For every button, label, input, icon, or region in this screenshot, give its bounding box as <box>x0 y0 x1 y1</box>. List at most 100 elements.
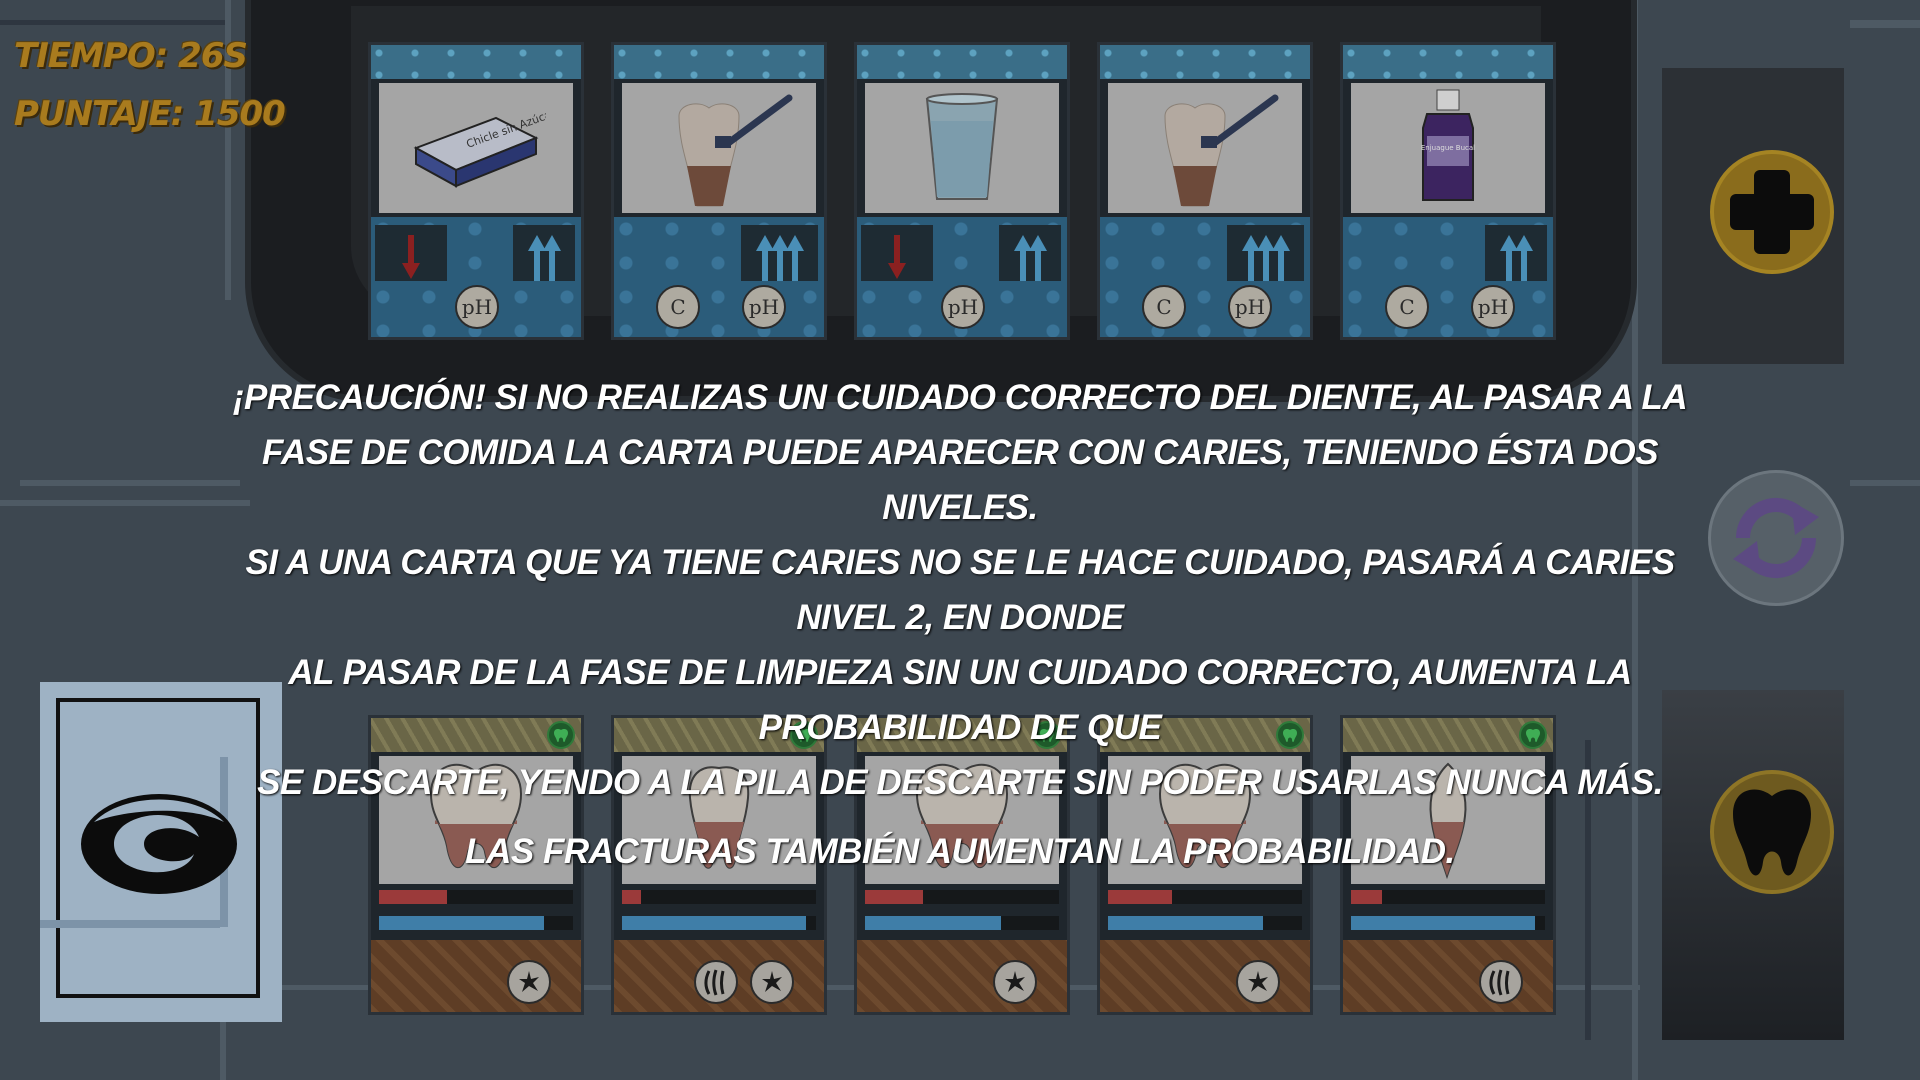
up-arrow-box <box>999 225 1061 281</box>
up-arrow-icon <box>785 235 804 281</box>
ph-badge: pH <box>742 285 786 329</box>
decay-bar-fill <box>1108 890 1173 904</box>
mouthwash-bottle-icon: Enjuague Bucal <box>1421 89 1475 201</box>
health-bar <box>622 916 816 930</box>
add-button[interactable] <box>1710 150 1834 274</box>
card-stats: CpH <box>1100 217 1310 337</box>
decay-bar <box>379 890 573 904</box>
card-stats: CpH <box>614 217 824 337</box>
up-arrow-box <box>1227 225 1304 281</box>
decay-bar-fill <box>622 890 642 904</box>
toothbrush-tooth-icon <box>678 94 793 206</box>
card-header-pattern <box>614 45 824 79</box>
card-art: Enjuague Bucal <box>1351 83 1545 213</box>
ph-badge: pH <box>1228 285 1272 329</box>
tooth-button[interactable] <box>1710 770 1834 894</box>
down-arrow-icon <box>888 235 906 281</box>
card-art: Chicle sin Azúcar <box>379 83 573 213</box>
tooth-icon <box>1733 789 1811 876</box>
c-badge: C <box>656 285 700 329</box>
care-card[interactable]: Enjuague Bucal CpH <box>1340 42 1556 340</box>
card-bottom <box>614 940 824 1012</box>
up-arrow-icon <box>1271 235 1290 281</box>
message-line-5: se descarte, yendo a la pila de descarte… <box>257 763 1663 802</box>
up-arrow-icon <box>1013 235 1032 281</box>
card-bottom <box>1100 940 1310 1012</box>
fracture-icon <box>750 960 794 1004</box>
card-art <box>1108 83 1302 213</box>
up-arrow-box <box>513 225 575 281</box>
message-line-2: fase de comida la carta puede aparecer c… <box>262 433 1658 527</box>
refresh-icon <box>1733 497 1819 579</box>
time-label: TIEMPO: 26S <box>14 36 248 76</box>
card-art <box>622 83 816 213</box>
up-arrow-icon <box>1256 235 1275 281</box>
ph-badge: pH <box>941 285 985 329</box>
health-bar-fill <box>1108 916 1264 930</box>
up-arrow-icon <box>1514 235 1533 281</box>
score-label: PUNTAJE: 1500 <box>14 94 286 134</box>
down-arrow-box <box>861 225 933 281</box>
up-arrow-icon <box>1241 235 1260 281</box>
up-arrow-box <box>741 225 818 281</box>
health-bar-fill <box>622 916 807 930</box>
water-glass-icon <box>925 92 999 200</box>
fracture-icon <box>993 960 1037 1004</box>
ph-badge: pH <box>1471 285 1515 329</box>
up-arrow-box <box>1485 225 1547 281</box>
up-arrow-icon <box>1499 235 1518 281</box>
message-line-4: al pasar de la fase de limpieza sin un c… <box>288 653 1632 747</box>
card-header-pattern <box>1343 45 1553 79</box>
card-header-pattern <box>857 45 1067 79</box>
decay-bar-fill <box>379 890 447 904</box>
card-stats: CpH <box>1343 217 1553 337</box>
card-stats: pH <box>371 217 581 337</box>
gum-pack-icon: Chicle sin Azúcar <box>413 106 546 188</box>
tutorial-message: ¡Precaución! Si no realizas un cuidado c… <box>200 370 1720 879</box>
refresh-button[interactable] <box>1708 470 1844 606</box>
up-arrow-icon <box>527 235 546 281</box>
mouthwash-label: Enjuague Bucal <box>1421 144 1475 152</box>
claw-icon <box>694 960 738 1004</box>
health-bar <box>865 916 1059 930</box>
fracture-icon <box>1236 960 1280 1004</box>
health-bar-fill <box>865 916 1001 930</box>
card-header-pattern <box>371 45 581 79</box>
care-card[interactable]: Chicle sin Azúcar pH <box>368 42 584 340</box>
up-arrow-icon <box>770 235 789 281</box>
message-line-1: ¡Precaución! Si no realizas un cuidado c… <box>232 378 1688 417</box>
health-bar <box>379 916 573 930</box>
ph-badge: pH <box>455 285 499 329</box>
up-arrow-icon <box>542 235 561 281</box>
health-bar-fill <box>379 916 544 930</box>
decay-bar <box>1108 890 1302 904</box>
plus-icon <box>1730 170 1814 254</box>
decay-bar-fill <box>1351 890 1383 904</box>
health-bar-fill <box>1351 916 1536 930</box>
decay-bar <box>622 890 816 904</box>
care-card[interactable]: CpH <box>1097 42 1313 340</box>
decay-bar <box>865 890 1059 904</box>
message-line-3: Si a una carta que ya tiene caries no se… <box>245 543 1675 637</box>
toothbrush-tooth-icon <box>1164 94 1279 206</box>
care-card[interactable]: pH <box>854 42 1070 340</box>
card-art <box>865 83 1059 213</box>
care-card[interactable]: CpH <box>611 42 827 340</box>
up-arrow-icon <box>1028 235 1047 281</box>
decay-bar <box>1351 890 1545 904</box>
up-arrow-icon <box>755 235 774 281</box>
card-header-pattern <box>1100 45 1310 79</box>
c-badge: C <box>1142 285 1186 329</box>
message-line-6: Las fracturas también aumentan la probab… <box>465 832 1455 871</box>
card-bottom <box>371 940 581 1012</box>
down-arrow-icon <box>402 235 420 281</box>
health-bar <box>1108 916 1302 930</box>
card-bottom <box>857 940 1067 1012</box>
decay-bar-fill <box>865 890 924 904</box>
card-bottom <box>1343 940 1553 1012</box>
fracture-icon <box>507 960 551 1004</box>
down-arrow-box <box>375 225 447 281</box>
c-badge: C <box>1385 285 1429 329</box>
card-stats: pH <box>857 217 1067 337</box>
health-bar <box>1351 916 1545 930</box>
